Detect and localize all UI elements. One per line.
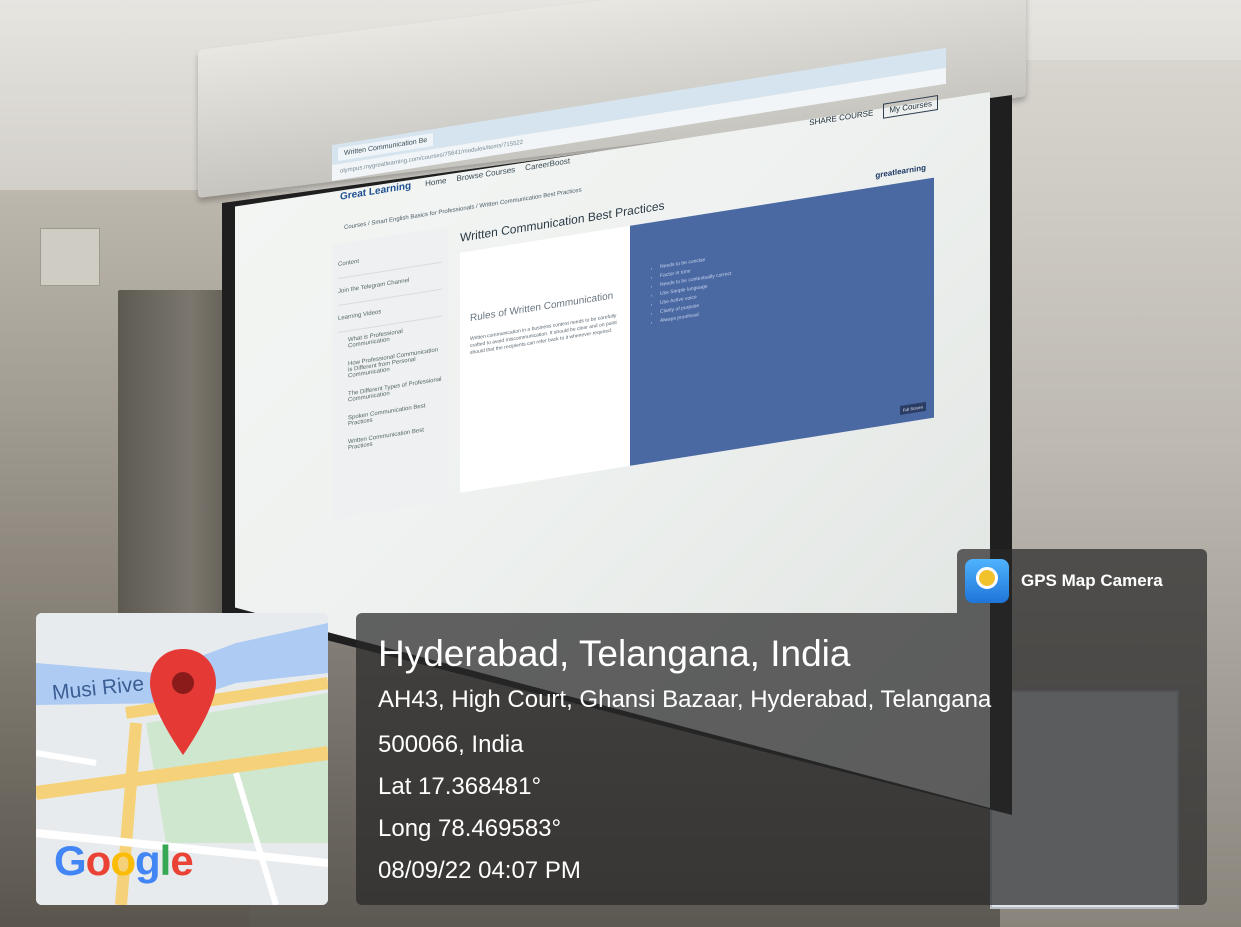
latitude: Lat 17.368481° [378, 773, 542, 800]
gps-camera-icon [965, 559, 1009, 603]
gps-map-camera-badge: GPS Map Camera [957, 549, 1207, 613]
course-sidebar: Content Join the Telegram Channel Learni… [332, 226, 448, 519]
nav-home: Home [425, 175, 447, 188]
google-logo: Google [54, 837, 194, 884]
address-line-1: AH43, High Court, Ghansi Bazaar, Hyderab… [378, 686, 992, 713]
place-name: Hyderabad, Telangana, India [378, 633, 851, 674]
share-course-link: SHARE COURSE [809, 107, 874, 127]
electric-meter [40, 228, 100, 286]
gps-app-name: GPS Map Camera [1021, 571, 1163, 590]
location-map[interactable]: Musi Rive Google [36, 613, 328, 905]
my-courses-button: My Courses [883, 94, 938, 119]
steel-cabinet [118, 290, 240, 630]
address-line-2: 500066, India [378, 731, 524, 758]
location-info-panel: Hyderabad, Telangana, India AH43, High C… [356, 613, 1207, 905]
fullscreen-button: Full Screen [899, 401, 926, 416]
slide-bullet-panel: greatlearning Needs to be concise Factor… [630, 163, 934, 466]
great-learning-logo: Great Learning [340, 179, 412, 203]
nav-careerboost: CareerBoost [525, 155, 571, 172]
timestamp: 08/09/22 04:07 PM [378, 857, 581, 884]
projected-browser: Written Communication Be olympus.mygreat… [332, 47, 946, 625]
nav-browse-courses: Browse Courses [456, 164, 516, 183]
longitude: Long 78.469583° [378, 815, 562, 842]
map-pin-icon [150, 649, 216, 755]
